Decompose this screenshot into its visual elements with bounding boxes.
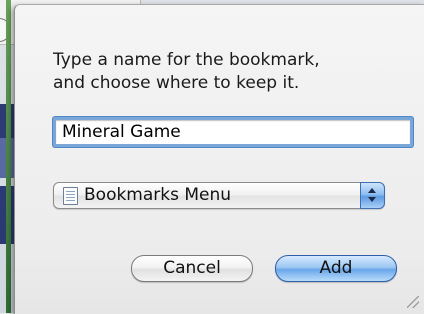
add-button[interactable]: Add [275, 255, 397, 282]
select-stepper-icon [360, 182, 385, 209]
resize-grip-icon[interactable] [407, 296, 419, 308]
cancel-button[interactable]: Cancel [131, 255, 253, 282]
prompt-line-1: Type a name for the bookmark, [53, 50, 320, 70]
background-window-edge [6, 0, 11, 313]
bookmark-folder-select[interactable]: Bookmarks Menu [53, 182, 385, 209]
prompt-line-2: and choose where to keep it. [53, 73, 300, 93]
bookmark-name-input[interactable] [53, 117, 413, 147]
add-bookmark-sheet: Type a name for the bookmark, and choose… [14, 4, 424, 314]
bookmarks-folder-icon [63, 187, 78, 205]
dialog-prompt: Type a name for the bookmark, and choose… [53, 49, 413, 95]
folder-select-label: Bookmarks Menu [84, 185, 232, 205]
